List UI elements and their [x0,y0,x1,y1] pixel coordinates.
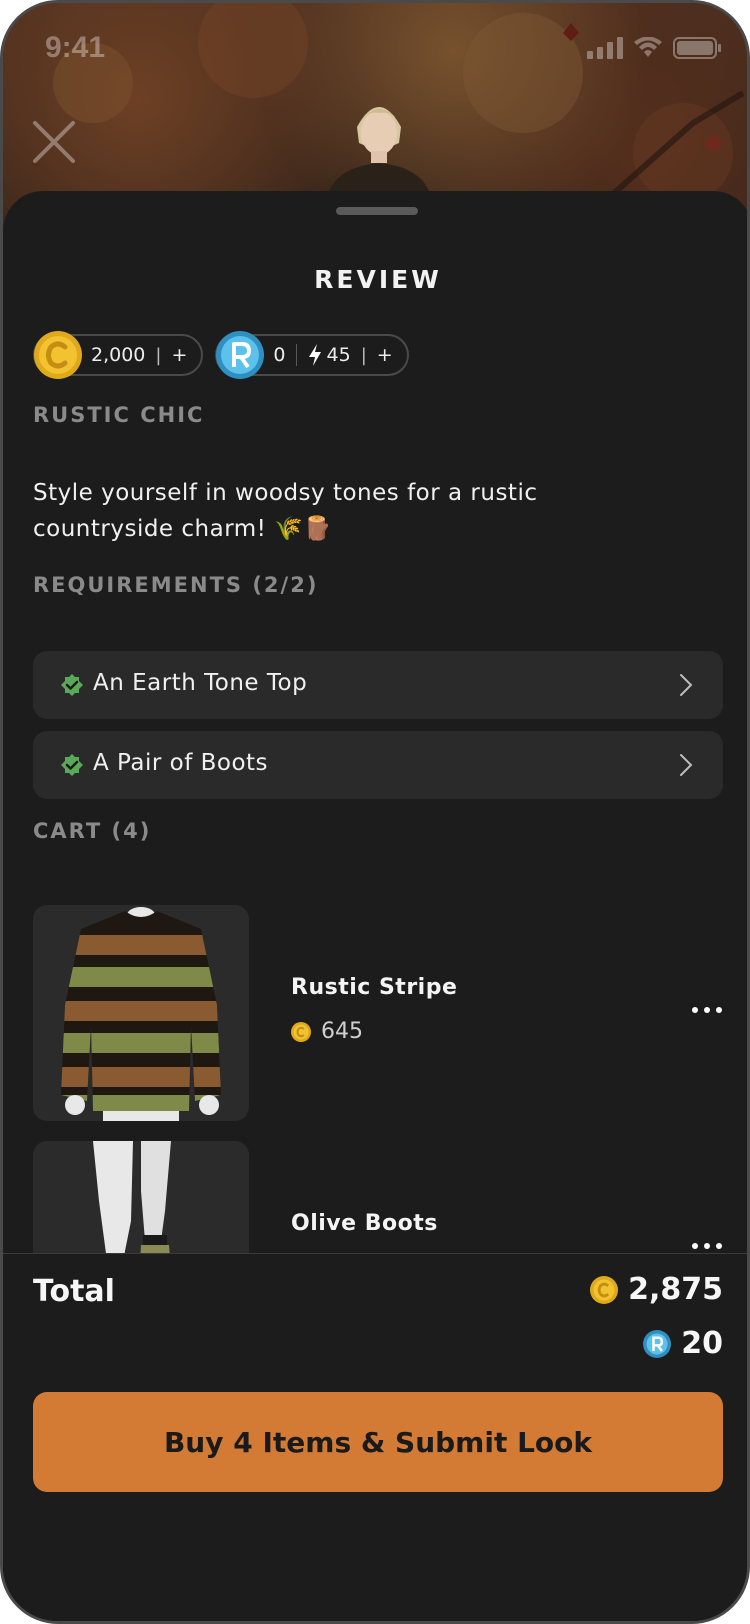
verified-check-icon [61,674,83,696]
add-robux-button[interactable]: + [377,344,393,366]
item-thumbnail [33,905,249,1121]
sheet-title: REVIEW [314,265,442,294]
chevron-right-icon [680,674,693,696]
requirements-heading: REQUIREMENTS (2/2) [33,573,319,597]
phone-frame: 9:41 REVIEW 2,000 | + 0 45 | + RUSTIC CH… [0,0,750,1624]
item-name: Olive Boots [291,1211,438,1236]
wifi-icon [634,37,662,57]
coin-balance-value: 2,000 [91,344,146,366]
close-icon[interactable] [31,119,77,165]
cart-item[interactable]: Rustic Stripe 645 [33,905,723,1121]
coin-icon [291,1021,311,1042]
robux-icon [216,331,265,379]
robux-balance-pill[interactable]: 0 45 | + [215,331,409,379]
avatar-preview-figure [327,107,431,197]
sheet-grabber[interactable] [336,207,418,215]
robux-icon [643,1329,672,1358]
wallet-bar: 2,000 | + 0 45 | + [33,331,409,379]
checkout-footer: Total 2,875 20 Buy 4 Items & Submit Look [3,1253,747,1621]
add-coins-button[interactable]: + [171,344,187,366]
pill-separator: | [155,344,162,366]
item-price-value: 645 [321,1019,363,1044]
battery-icon [673,37,721,59]
requirement-label: An Earth Tone Top [93,670,308,696]
requirement-label: A Pair of Boots [93,750,269,776]
status-icons [587,37,723,59]
status-time: 9:41 [45,31,106,64]
chevron-right-icon [680,754,693,776]
look-description: Style yourself in woodsy tones for a rus… [33,480,538,542]
coin-icon [34,331,82,379]
requirement-row[interactable]: An Earth Tone Top [33,651,723,719]
coin-balance-pill[interactable]: 2,000 | + [33,331,204,379]
more-options-icon[interactable] [691,1000,723,1020]
buy-and-submit-button[interactable]: Buy 4 Items & Submit Look [33,1392,723,1492]
total-robux: 20 [643,1326,723,1361]
verified-check-icon [61,754,83,776]
look-name: RUSTIC CHIC [33,403,205,427]
cellular-signal-icon [587,37,623,59]
total-robux-value: 20 [681,1326,723,1361]
lightning-bolt-icon [308,344,321,366]
item-name: Rustic Stripe [291,975,458,1000]
total-label: Total [33,1274,115,1309]
striped-sweater-image [61,907,221,1121]
total-coins: 2,875 [590,1272,723,1307]
total-coins-value: 2,875 [628,1272,723,1307]
pill-separator: | [360,344,367,366]
robux-balance-value: 0 [273,344,286,366]
item-price: 645 [291,1019,363,1044]
energy-value: 45 [326,344,351,366]
pill-divider [295,344,297,366]
status-bar: 9:41 [3,3,747,95]
cart-heading: CART (4) [33,819,152,843]
requirement-row[interactable]: A Pair of Boots [33,731,723,799]
coin-icon [590,1275,619,1304]
review-sheet: REVIEW 2,000 | + 0 45 | + RUSTIC CHIC St… [3,191,747,1621]
